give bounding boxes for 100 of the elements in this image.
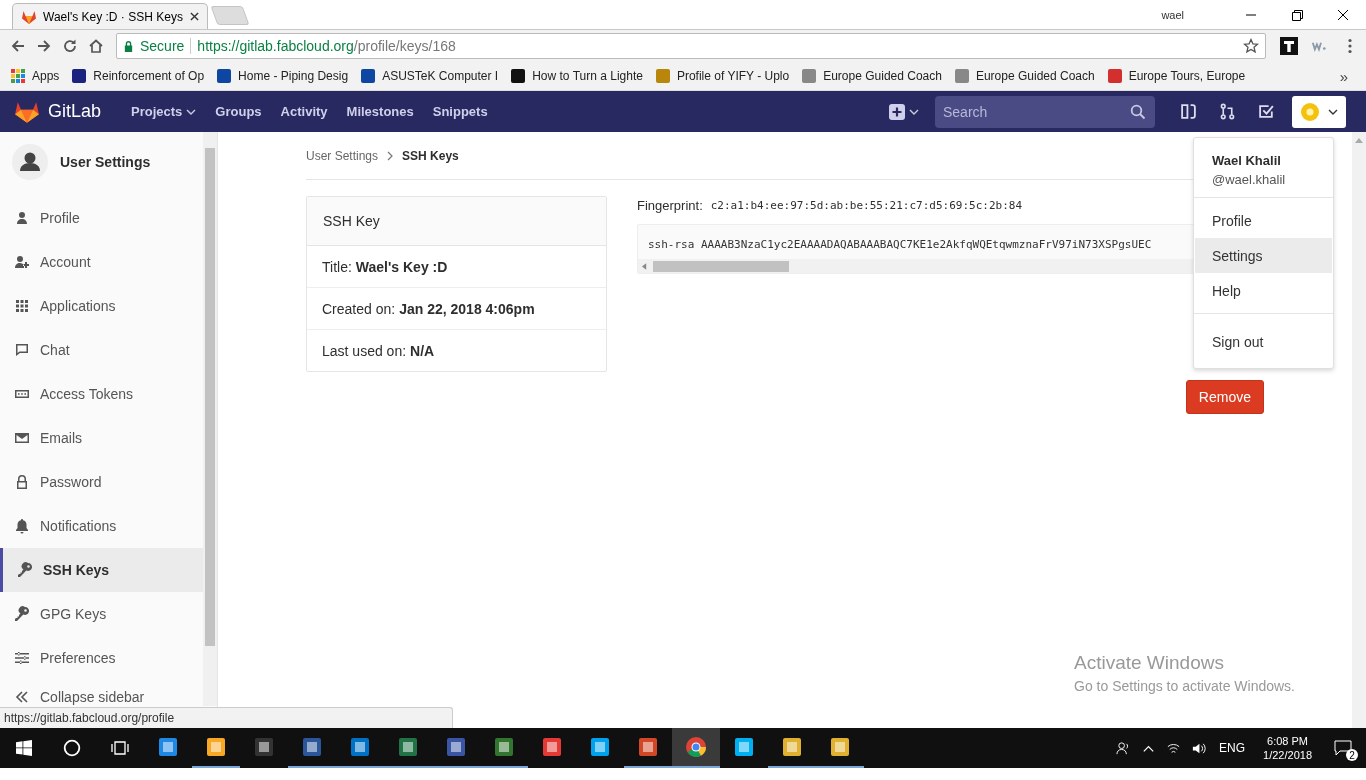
gitlab-logo[interactable]: GitLab xyxy=(14,99,102,124)
activation-text: Go to Settings to activate Windows. xyxy=(1074,678,1295,694)
plus-icon xyxy=(889,103,905,120)
sidebar-item[interactable]: Chat xyxy=(0,328,203,372)
bookmark[interactable]: How to Turn a Lighte xyxy=(510,68,643,84)
double-chevron-left-icon xyxy=(14,688,30,705)
sidebar-item[interactable]: SSH Keys xyxy=(0,548,203,592)
bookmark[interactable]: Home - Piping Desig xyxy=(216,68,349,84)
menu-item[interactable]: Help xyxy=(1195,273,1332,308)
browser-tab[interactable]: Wael's Key :D · SSH Keys xyxy=(12,3,208,29)
new-item-dropdown[interactable] xyxy=(889,103,919,120)
app-icon xyxy=(205,736,227,758)
reload-icon[interactable] xyxy=(62,38,78,54)
forward-arrow-icon[interactable] xyxy=(36,38,52,54)
site-favicon-icon xyxy=(801,68,818,84)
search-field[interactable]: Search xyxy=(935,95,1155,128)
breadcrumb-link[interactable]: User Settings xyxy=(306,148,379,163)
extension-icon[interactable] xyxy=(1280,37,1298,55)
bookmark[interactable]: Europe Guided Coach xyxy=(801,68,942,84)
site-favicon-icon xyxy=(953,68,970,84)
bookmark[interactable]: Apps xyxy=(10,68,60,84)
search-circle-icon[interactable] xyxy=(63,739,81,757)
app-icon xyxy=(157,736,179,758)
sidebar-item[interactable]: Preferences xyxy=(0,636,203,680)
address-bar[interactable]: Secure https://gitlab.fabcloud.org/profile/keys/168 xyxy=(116,33,1266,59)
chevron-down-icon xyxy=(1328,108,1338,115)
user-avatar-icon xyxy=(12,144,48,180)
star-icon[interactable] xyxy=(1243,38,1259,54)
scrollbar[interactable] xyxy=(203,132,217,706)
windows-start-icon[interactable] xyxy=(16,740,32,756)
page-scrollbar[interactable] xyxy=(1352,132,1366,728)
sidebar-item[interactable]: Access Tokens xyxy=(0,372,203,416)
speaker-icon[interactable] xyxy=(1191,740,1207,756)
link-preview-tooltip: https://gitlab.fabcloud.org/profile xyxy=(0,707,453,728)
notification-center-button[interactable]: 2 xyxy=(1328,733,1358,763)
menu-item-icon xyxy=(17,562,33,578)
nav-link[interactable]: Milestones xyxy=(346,104,414,119)
menu-item-icon xyxy=(14,606,30,622)
secure-label: Secure xyxy=(140,38,185,54)
app-icon xyxy=(397,736,419,758)
user-handle: @wael.khalil xyxy=(1212,172,1287,187)
bookmark[interactable]: ASUSTeK Computer I xyxy=(360,68,499,84)
sidebar-item[interactable]: GPG Keys xyxy=(0,592,203,636)
task-view-icon[interactable] xyxy=(111,739,129,757)
taskbar-app[interactable] xyxy=(672,728,720,768)
notification-count: 2 xyxy=(1346,749,1358,761)
menu-item-icon xyxy=(14,210,30,226)
sidebar-item[interactable]: Applications xyxy=(0,284,203,328)
public-key-text: ssh-rsa AAAAB3NzaC1yc2EAAAADAQABAAABAQC7KE1e2AkfqWQEtqwmznaFrV97iN73XSPgsUEC xyxy=(648,238,1152,251)
collapse-sidebar-button[interactable]: Collapse sidebar xyxy=(0,688,203,705)
url-text: https://gitlab.fabcloud.org/profile/keys/168 xyxy=(197,38,457,54)
more-bookmarks-button[interactable]: » xyxy=(1339,67,1356,85)
user-menu-button[interactable] xyxy=(1292,95,1346,128)
close-icon[interactable] xyxy=(190,12,199,21)
app-icon xyxy=(349,736,371,758)
nav-link[interactable]: Groups xyxy=(215,104,262,119)
app-icon xyxy=(829,736,851,758)
chevron-down-icon xyxy=(909,108,919,115)
site-favicon-icon xyxy=(1106,68,1123,84)
menu-item[interactable]: Settings xyxy=(1195,238,1332,273)
sidebar-item[interactable]: Account xyxy=(0,240,203,284)
site-favicon-icon xyxy=(360,68,377,84)
user-name: Wael Khalil xyxy=(1212,153,1282,168)
fox-logo-icon xyxy=(21,8,37,25)
nav-link[interactable]: Snippets xyxy=(432,104,488,119)
language-indicator[interactable]: ENG xyxy=(1219,741,1246,755)
menu-item[interactable]: Profile xyxy=(1195,203,1332,238)
menu-icon[interactable] xyxy=(1348,38,1352,54)
sidebar-item[interactable]: Notifications xyxy=(0,504,203,548)
menu-item-icon xyxy=(14,342,30,358)
app-icon xyxy=(637,736,659,758)
sidebar-title: User Settings xyxy=(60,154,151,170)
remove-button[interactable]: Remove xyxy=(1185,380,1264,414)
todo-checkbox-icon[interactable] xyxy=(1258,103,1275,120)
avatar-icon xyxy=(1300,101,1320,122)
nav-link[interactable]: Activity xyxy=(280,104,328,119)
fingerprint-value: c2:a1:b4:ee:97:5d:ab:be:55:21:c7:d5:69:5c:2b:84 xyxy=(710,199,1022,212)
app-icon xyxy=(253,736,275,758)
profile-name[interactable]: wael xyxy=(1161,8,1184,21)
app-icon xyxy=(301,736,323,758)
time-text: 6:08 PM xyxy=(1267,735,1308,747)
back-arrow-icon[interactable] xyxy=(10,38,26,54)
app-icon xyxy=(541,736,563,758)
app-icon xyxy=(733,736,755,758)
sidebar-toggle-icon[interactable] xyxy=(1180,103,1197,120)
clock[interactable]: 6:08 PM 1/22/2018 xyxy=(1263,735,1312,761)
bookmark[interactable]: Profile of YIFY - Uplo xyxy=(654,68,790,84)
apps-grid-icon xyxy=(10,68,26,84)
sidebar-item[interactable]: Profile xyxy=(0,196,203,240)
sidebar-item[interactable]: Password xyxy=(0,460,203,504)
merge-request-icon[interactable] xyxy=(1219,103,1236,120)
bookmark[interactable]: Europe Tours, Europe xyxy=(1106,68,1246,84)
site-favicon-icon xyxy=(216,68,233,84)
bookmark[interactable]: Reinforcement of Op xyxy=(71,68,205,84)
bookmark[interactable]: Europe Guided Coach xyxy=(953,68,1095,84)
scroll-left-icon[interactable] xyxy=(642,262,647,270)
sidebar-item[interactable]: Emails xyxy=(0,416,203,460)
nav-link[interactable]: Projects xyxy=(131,104,197,119)
menu-item[interactable]: Sign out xyxy=(1195,324,1332,359)
home-icon[interactable] xyxy=(88,38,104,54)
